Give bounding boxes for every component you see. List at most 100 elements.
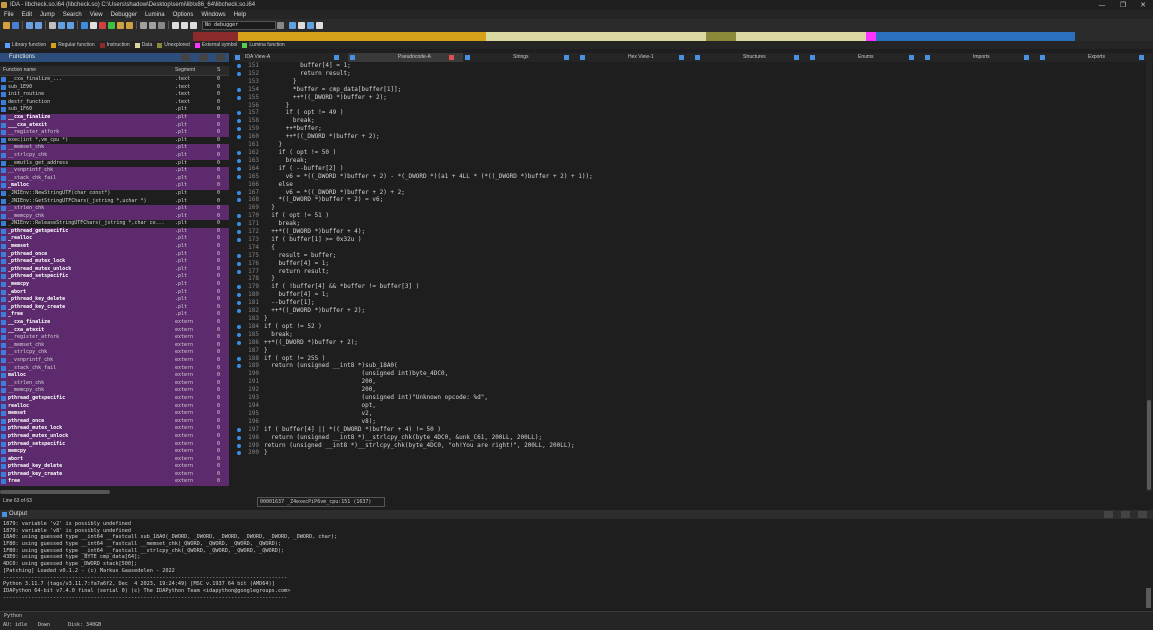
tab-hex-view-1[interactable]: Hex View-1 [578,53,693,62]
pseudocode-scroll-thumb[interactable] [1147,400,1151,490]
text-search-icon[interactable] [67,21,74,29]
tab-close-icon[interactable] [1139,55,1144,60]
code-line[interactable]: 189 return (unsigned __int8 *)sub_18A0( [233,362,1145,370]
function-row[interactable]: _pthread_once .plt 0 [0,250,229,259]
minimize-button[interactable]: — [1092,0,1112,10]
open-icon[interactable] [3,21,10,29]
function-row[interactable]: abort extern 0 [0,455,229,464]
function-row[interactable]: _pthread_key_create .plt 0 [0,303,229,312]
code-line[interactable]: 187} [233,347,1145,355]
function-row[interactable]: free extern 0 [0,478,229,486]
code-line[interactable]: 157 if ( opt != 49 ) [233,109,1145,117]
code-line[interactable]: 155 ++*((_DWORD *)buffer + 2); [233,94,1145,102]
script-icon[interactable] [149,21,156,29]
code-line[interactable]: 196 v8); [233,418,1145,426]
save-icon[interactable] [12,21,19,29]
function-row[interactable]: __register_atfork .plt 0 [0,129,229,137]
navigation-band[interactable] [0,31,1153,41]
code-line[interactable]: 175 result = buffer; [233,252,1145,260]
function-row[interactable]: pthread_mutex_lock extern 0 [0,425,229,433]
menu-help[interactable]: Help [234,12,246,18]
function-row[interactable]: __memset_chk extern 0 [0,341,229,350]
function-row[interactable]: memcpy extern 0 [0,448,229,456]
code-line[interactable]: 182 ++*((_DWORD *)buffer + 2); [233,307,1145,315]
function-row[interactable]: __cxa_atexit extern 0 [0,326,229,335]
function-row[interactable]: ___cxa_atexit .plt 0 [0,121,229,130]
tab-close-icon[interactable] [564,55,569,60]
function-row[interactable]: pthread_once extern 0 [0,417,229,426]
code-line[interactable]: 193 (unsigned int)"Unknown opcode: %d", [233,394,1145,402]
code-line[interactable]: 199 return (unsigned __int8 *)__strlcpy_c… [233,442,1145,450]
step-icon[interactable] [307,21,314,29]
code-line[interactable]: 159 ++*buffer; [233,125,1145,133]
trace-icon[interactable] [298,21,305,29]
code-line[interactable]: 168 *((_DWORD *)buffer + 2) = v6; [233,196,1145,204]
search-icon[interactable] [49,21,56,29]
code-line[interactable]: 197 if ( buffer[4] || *((_DWORD *)buffer … [233,426,1145,434]
function-row[interactable]: __stack_chk_fail extern 0 [0,364,229,373]
code-line[interactable]: 172 ++*((_DWORD *)buffer + 4); [233,228,1145,236]
menu-lumina[interactable]: Lumina [145,12,165,18]
tab-ida-view-a[interactable]: IDA View-A [233,53,348,62]
function-row[interactable]: malloc extern 0 [0,372,229,380]
function-row[interactable]: __strlen_chk .plt 0 [0,205,229,213]
function-row[interactable]: _JNIEnv::NewStringUTF(char const*) .plt 0 [0,190,229,198]
function-row[interactable]: _malloc .plt 0 [0,182,229,190]
tab-strings[interactable]: Strings [463,53,578,62]
function-row[interactable]: __strlcpy_chk .plt 0 [0,151,229,160]
function-row[interactable]: destr_function .text 0 [0,99,229,107]
function-row[interactable]: __memcpy_chk .plt 0 [0,212,229,221]
data-icon[interactable] [90,21,97,29]
code-line[interactable]: 177 return result; [233,268,1145,276]
function-row[interactable]: exec(int *,vm_cpu *) .plt 0 [0,137,229,145]
output-log[interactable]: 1879: variable 'v2' is possibly undefine… [3,521,1143,609]
forward-icon[interactable] [35,21,42,29]
panel-menu-icon[interactable] [181,54,190,61]
code-line[interactable]: 163 break; [233,157,1145,165]
output-close-icon[interactable] [1138,511,1147,518]
code-line[interactable]: 183} [233,315,1145,323]
lumina-icon[interactable] [108,21,115,29]
function-row[interactable]: _memcpy .plt 0 [0,281,229,289]
code-line[interactable]: 191 200, [233,378,1145,386]
function-row[interactable]: init_routine .text 0 [0,91,229,99]
function-row[interactable]: __register_atfork extern 0 [0,334,229,342]
function-row[interactable]: __memcpy_chk extern 0 [0,387,229,395]
code-line[interactable]: 173 if ( buffer[1] >= 0x32u ) [233,236,1145,244]
code-line[interactable]: 153 } [233,78,1145,86]
code-line[interactable]: 180 buffer[4] = 1; [233,291,1145,299]
run-icon[interactable] [172,21,179,29]
function-row[interactable]: _pthread_key_delete .plt 0 [0,296,229,304]
function-row[interactable]: sub_1E90 .text 0 [0,84,229,92]
binary-search-icon[interactable] [58,21,65,29]
menu-edit[interactable]: Edit [22,12,32,18]
function-row[interactable]: _JNIEnv::ReleaseStringUTFChars(_jstring … [0,220,229,228]
functions-list[interactable]: __cxa_finalize_... .text 0 sub_1E90 .text 0 in… [0,76,229,486]
flag-icon[interactable] [316,21,323,29]
code-line[interactable]: 185 break; [233,331,1145,339]
function-row[interactable]: _memset .plt 0 [0,243,229,251]
tab-close-icon[interactable] [449,55,454,60]
menu-file[interactable]: File [4,12,14,18]
column-segment[interactable]: Segment [175,67,195,73]
maximize-button[interactable]: ❐ [1113,0,1133,10]
tab-exports[interactable]: Exports [1038,53,1153,62]
back-icon[interactable] [26,21,33,29]
panel-close-icon[interactable] [216,54,225,61]
debugger-select[interactable]: No debugger [202,20,276,30]
function-row[interactable]: _abort .plt 0 [0,288,229,297]
tab-close-icon[interactable] [794,55,799,60]
function-row[interactable]: realloc extern 0 [0,402,229,411]
code-line[interactable]: 169 } [233,204,1145,212]
code-line[interactable]: 171 break; [233,220,1145,228]
function-row[interactable]: pthread_mutex_unlock extern 0 [0,432,229,441]
tab-enums[interactable]: Enums [808,53,923,62]
tab-close-icon[interactable] [909,55,914,60]
code-line[interactable]: 195 v2, [233,410,1145,418]
code-line[interactable]: 152 return result; [233,70,1145,78]
code-line[interactable]: 161 } [233,141,1145,149]
tab-close-icon[interactable] [679,55,684,60]
function-row[interactable]: pthread_key_delete extern 0 [0,463,229,471]
function-row[interactable]: __vsnprintf_chk extern 0 [0,356,229,365]
code-line[interactable]: 166 else [233,181,1145,189]
